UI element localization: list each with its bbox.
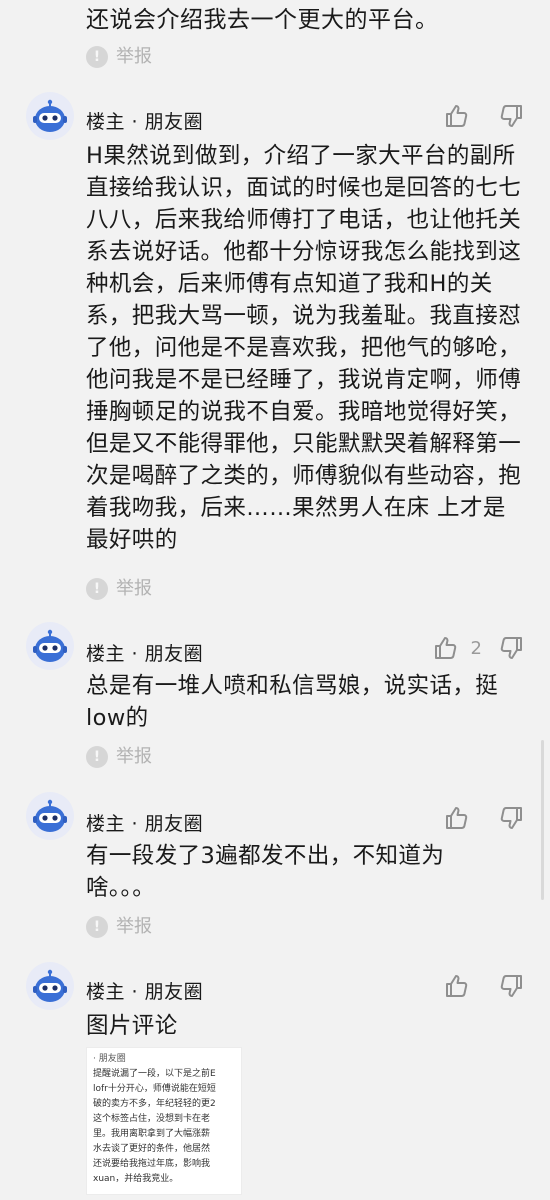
- thumbs-down-icon: [500, 105, 522, 127]
- report-icon: !: [86, 916, 108, 938]
- robot-avatar-icon: [33, 629, 67, 662]
- comment-author[interactable]: 楼主 · 朋友圈: [86, 107, 203, 134]
- like-button[interactable]: [442, 102, 482, 130]
- thumbs-down-icon: [500, 637, 522, 659]
- comment-author[interactable]: 楼主 · 朋友圈: [86, 809, 203, 836]
- image-preview-line: 还说要给我拖过年底，影响我: [93, 1159, 211, 1169]
- comment-text: H果然说到做到，介绍了一家大平台的副所直接给我认识，面试的时候也是回答的七七八八…: [86, 143, 522, 553]
- dislike-button[interactable]: [498, 102, 526, 130]
- comment-text: 图片评论: [86, 1013, 178, 1039]
- image-preview-line: 提醒说漏了一段，以下是之前E: [93, 1069, 216, 1079]
- thumbs-up-icon: [442, 102, 470, 130]
- comment-author[interactable]: 楼主 · 朋友圈: [86, 977, 203, 1004]
- report-button[interactable]: ! 举报: [86, 578, 152, 600]
- report-label: 举报: [116, 746, 152, 767]
- avatar[interactable]: [26, 92, 74, 140]
- image-preview-line: 破的卖方不多，年纪轻轻的更2: [93, 1099, 216, 1109]
- dislike-button[interactable]: [498, 634, 526, 662]
- robot-avatar-icon: [33, 799, 67, 832]
- thumbs-down-icon: [500, 975, 522, 997]
- report-label: 举报: [116, 916, 152, 937]
- image-preview-line: lofr十分开心，师傅说能在短短: [93, 1084, 216, 1094]
- dislike-button[interactable]: [498, 804, 526, 832]
- report-icon: !: [86, 746, 108, 768]
- avatar[interactable]: [26, 962, 74, 1010]
- thumbs-up-icon: [442, 804, 470, 832]
- scrollbar[interactable]: [541, 740, 544, 900]
- like-button[interactable]: [442, 972, 482, 1000]
- thumbs-up-icon: [442, 972, 470, 1000]
- report-label: 举报: [116, 46, 152, 67]
- image-preview-line: 水去谈了更好的条件，他居然: [93, 1144, 211, 1154]
- dislike-button[interactable]: [498, 972, 526, 1000]
- like-count: 2: [470, 637, 482, 659]
- report-icon: !: [86, 46, 108, 68]
- avatar[interactable]: [26, 792, 74, 840]
- image-preview-line: 这个标签占住，没想到卡在老: [93, 1114, 211, 1124]
- like-button[interactable]: 2: [431, 634, 482, 662]
- like-button[interactable]: [442, 804, 482, 832]
- robot-avatar-icon: [33, 99, 67, 132]
- comment-image-preview[interactable]: · 朋友圈 提醒说漏了一段，以下是之前E lofr十分开心，师傅说能在短短 破的…: [86, 1047, 242, 1195]
- comment-text: 总是有一堆人喷和私信骂娘，说实话，挺low的: [86, 673, 499, 731]
- avatar[interactable]: [26, 622, 74, 670]
- thumbs-up-icon: [431, 634, 459, 662]
- robot-avatar-icon: [33, 969, 67, 1002]
- image-preview-title: · 朋友圈: [93, 1054, 126, 1064]
- comment-text: 有一段发了3遍都发不出，不知道为啥。。。: [86, 843, 445, 901]
- report-button[interactable]: ! 举报: [86, 746, 152, 768]
- comment-author[interactable]: 楼主 · 朋友圈: [86, 639, 203, 666]
- thumbs-down-icon: [500, 807, 522, 829]
- report-icon: !: [86, 578, 108, 600]
- report-button[interactable]: ! 举报: [86, 46, 152, 68]
- previous-comment-tail: 还说会介绍我去一个更大的平台。: [86, 7, 439, 33]
- report-button[interactable]: ! 举报: [86, 916, 152, 938]
- image-preview-line: 里。我用离职拿到了大幅涨薪: [93, 1129, 211, 1139]
- image-preview-line: xuan，并给我竞业。: [93, 1174, 179, 1184]
- report-label: 举报: [116, 578, 152, 599]
